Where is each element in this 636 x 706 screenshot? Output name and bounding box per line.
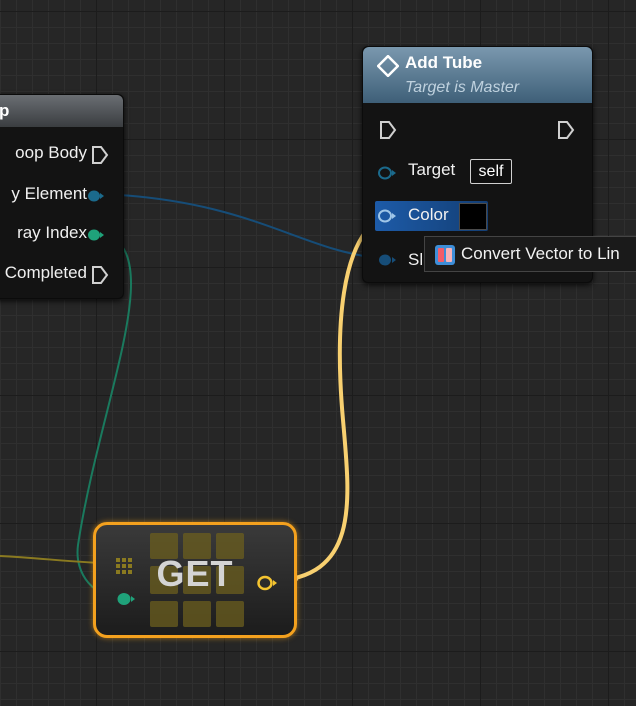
add-tube-subtitle: Target is Master (405, 79, 520, 96)
tooltip-text: Convert Vector to Lin (461, 244, 620, 263)
get-array-node[interactable]: GET (93, 522, 297, 638)
add-tube-header[interactable]: Add Tube Target is Master (363, 47, 592, 103)
for-each-loop-node[interactable]: p oop Body y Element ray Index Completed (0, 94, 124, 299)
color-swatch[interactable] (459, 203, 487, 230)
sl-pin-label: Sl (408, 250, 424, 269)
completed-exec-pin[interactable] (91, 265, 109, 285)
target-pin[interactable] (377, 166, 397, 180)
get-output-pin[interactable] (256, 575, 278, 591)
loop-body-pin-label: oop Body (15, 143, 87, 162)
target-pin-label: Target (408, 160, 456, 179)
loop-node-header[interactable]: p (0, 95, 123, 127)
target-self-value[interactable]: self (470, 159, 512, 184)
loop-body-exec-pin[interactable] (91, 145, 109, 165)
function-icon (377, 55, 399, 77)
array-element-pin-label: y Element (11, 184, 87, 203)
sl-pin[interactable] (377, 253, 397, 267)
exec-in-pin[interactable] (379, 120, 397, 140)
array-input-pin[interactable] (115, 557, 133, 575)
loop-node-title: p (0, 101, 10, 120)
conversion-icon (435, 245, 455, 265)
completed-pin-label: Completed (4, 263, 87, 282)
conversion-tooltip: Convert Vector to Lin (424, 236, 636, 272)
color-pin[interactable] (377, 209, 397, 223)
exec-out-pin[interactable] (557, 120, 575, 140)
add-tube-title: Add Tube (405, 53, 483, 72)
wire-array-element-to-color[interactable] (101, 193, 379, 259)
color-pin-label: Color (408, 205, 449, 224)
array-element-pin[interactable] (87, 189, 105, 203)
index-input-pin[interactable] (115, 592, 135, 606)
array-index-pin[interactable] (87, 228, 105, 242)
array-index-pin-label: ray Index (17, 223, 87, 242)
